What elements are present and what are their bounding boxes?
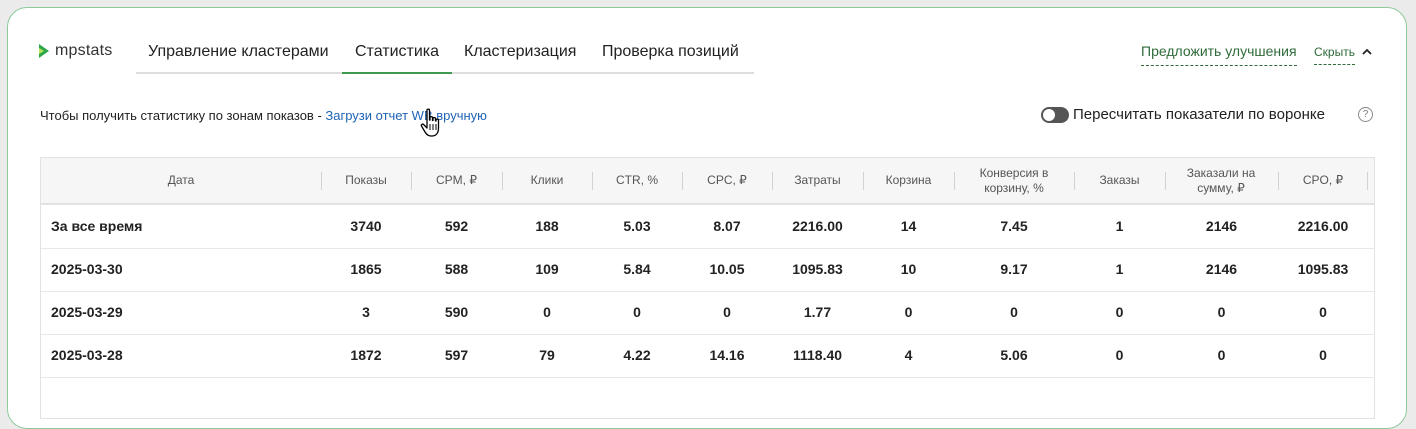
column-divider[interactable] (502, 172, 503, 190)
cell-orders: 1 (1115, 261, 1124, 277)
cell-cart: 0 (904, 304, 913, 320)
column-divider[interactable] (321, 172, 322, 190)
cell-date: За все время (51, 218, 143, 234)
cell-cart-conversion: 0 (1010, 304, 1018, 320)
cell-ctr: 5.03 (623, 218, 651, 234)
column-header-orders[interactable]: Заказы (1074, 158, 1165, 203)
tab-statistics[interactable]: Статистика (342, 30, 452, 74)
cell-cpc: 8.07 (713, 218, 741, 234)
cell-ctr: 5.84 (623, 261, 651, 277)
cell-cart-conversion: 9.17 (1000, 261, 1028, 277)
tab-cluster-management[interactable]: Управление кластерами (148, 30, 329, 72)
cell-cart-conversion: 7.45 (1000, 218, 1028, 234)
cell-ctr: 0 (633, 304, 641, 320)
table-header: Дата Показы CPM, ₽ Клики CTR, % CPC, ₽ Затраты… (41, 158, 1374, 205)
cell-orders: 0 (1115, 347, 1124, 363)
cell-orders-sum: 2146 (1205, 218, 1238, 234)
column-divider[interactable] (1074, 172, 1075, 190)
cell-impressions: 1872 (350, 347, 382, 363)
table-row: 2025-03-29 3 590 0 0 0 1.77 0 0 0 0 0 (41, 291, 1374, 335)
cell-cart: 4 (904, 347, 913, 363)
column-divider[interactable] (772, 172, 773, 190)
cell-impressions: 3740 (350, 218, 382, 234)
logo-text: mpstats (55, 42, 113, 59)
cell-cpc: 10.05 (709, 261, 745, 277)
cell-orders-sum: 0 (1217, 347, 1226, 363)
tab-clustering[interactable]: Кластеризация (464, 30, 576, 72)
cell-cpc: 0 (723, 304, 731, 320)
cell-cpo: 0 (1319, 304, 1327, 320)
hand-cursor-icon (420, 108, 440, 137)
cell-spend: 1095.83 (792, 261, 843, 277)
column-divider[interactable] (863, 172, 864, 190)
cell-spend: 1118.40 (792, 347, 843, 363)
column-header-orders-sum[interactable]: Заказали на сумму, ₽ (1181, 158, 1261, 203)
mpstats-logo[interactable]: mpstats (38, 42, 112, 60)
cell-clicks: 188 (535, 218, 559, 234)
cell-impressions: 3 (362, 304, 370, 320)
cell-clicks: 109 (535, 261, 559, 277)
report-info-text: Чтобы получить статистику по зонам показ… (40, 108, 326, 123)
main-tabs: Управление кластерами Статистика Кластер… (136, 30, 754, 74)
cell-date: 2025-03-29 (51, 304, 123, 320)
cell-date: 2025-03-30 (51, 261, 123, 277)
cell-clicks: 79 (539, 347, 555, 363)
mpstats-logo-icon (39, 44, 49, 58)
column-divider (1367, 172, 1368, 190)
help-icon[interactable]: ? (1358, 107, 1373, 122)
cell-cpm: 597 (444, 347, 469, 363)
column-header-cart-conversion[interactable]: Конверсия в корзину, % (964, 158, 1064, 203)
table-row: 2025-03-30 1865 588 109 5.84 10.05 1095.83 10 9.… (41, 248, 1374, 292)
cell-cpo: 1095.83 (1297, 261, 1349, 277)
cell-cpo: 2216.00 (1297, 218, 1349, 234)
column-header-date[interactable]: Дата (41, 158, 321, 203)
cell-cpm: 590 (444, 304, 469, 320)
cell-cpm: 592 (444, 218, 469, 234)
funnel-recalc-label: Пересчитать показатели по воронке (1073, 106, 1325, 123)
table-row: 2025-03-28 1872 597 79 4.22 14.16 1118.40 4 5.06… (41, 334, 1374, 378)
column-header-cpo[interactable]: CPO, ₽ (1278, 158, 1368, 203)
column-divider[interactable] (592, 172, 593, 190)
suggest-improvements-link[interactable]: Предложить улучшения (1141, 43, 1297, 66)
cell-cart: 10 (900, 261, 917, 277)
column-header-impressions[interactable]: Показы (321, 158, 411, 203)
cell-orders-sum: 2146 (1205, 261, 1238, 277)
column-header-cpc[interactable]: CPC, ₽ (682, 158, 772, 203)
column-header-clicks[interactable]: Клики (502, 158, 592, 203)
cell-orders-sum: 0 (1217, 304, 1226, 320)
upload-report-link[interactable]: Загрузи отчет WB вручную (325, 108, 487, 123)
cell-spend: 1.77 (803, 304, 832, 320)
cell-clicks: 0 (543, 304, 551, 320)
column-divider[interactable] (1278, 172, 1279, 190)
funnel-recalc-toggle[interactable] (1041, 107, 1069, 123)
cell-date: 2025-03-28 (51, 347, 123, 363)
statistics-table: Дата Показы CPM, ₽ Клики CTR, % CPC, ₽ Затраты… (40, 157, 1375, 419)
cell-orders: 0 (1115, 304, 1124, 320)
column-header-spend[interactable]: Затраты (772, 158, 863, 203)
column-divider[interactable] (411, 172, 412, 190)
column-header-cpm[interactable]: CPM, ₽ (411, 158, 502, 203)
column-header-cart[interactable]: Корзина (863, 158, 954, 203)
chevron-up-icon[interactable] (1362, 48, 1372, 55)
cell-cart: 14 (900, 218, 917, 234)
column-divider[interactable] (1165, 172, 1166, 190)
cell-cpc: 14.16 (709, 347, 745, 363)
column-divider[interactable] (954, 172, 955, 190)
cell-ctr: 4.22 (623, 347, 651, 363)
cell-cpm: 588 (444, 261, 469, 277)
cell-impressions: 1865 (350, 261, 382, 277)
cell-spend: 2216.00 (792, 218, 843, 234)
cell-cart-conversion: 5.06 (1000, 347, 1028, 363)
hide-button[interactable]: Скрыть (1314, 45, 1355, 65)
cell-cpo: 0 (1319, 347, 1327, 363)
column-divider[interactable] (682, 172, 683, 190)
table-row-total: За все время 3740 592 188 5.03 8.07 2216.00 14 7… (41, 205, 1374, 249)
tab-position-check[interactable]: Проверка позиций (602, 30, 739, 72)
cell-orders: 1 (1115, 218, 1124, 234)
column-header-ctr[interactable]: CTR, % (592, 158, 682, 203)
